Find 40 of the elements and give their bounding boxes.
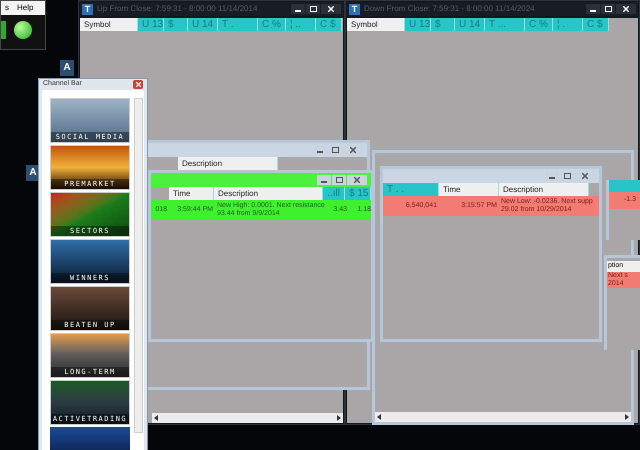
column-header[interactable]: Symbol bbox=[80, 18, 138, 31]
window-title: Down From Close: 7:59:31 - 8:00:00 11/14/2024 bbox=[364, 3, 536, 15]
maximize-icon bbox=[332, 147, 338, 153]
maximize-icon bbox=[336, 177, 342, 183]
close-icon bbox=[623, 6, 629, 12]
close-icon bbox=[350, 147, 356, 153]
column-header[interactable]: Time bbox=[439, 183, 499, 196]
app-logo-icon: T bbox=[349, 4, 360, 14]
close-button[interactable] bbox=[616, 4, 636, 14]
window-title: Up From Close: 7:59:31 - 8:00:00 11/14/2014 bbox=[97, 3, 258, 15]
status-light-icon bbox=[14, 21, 32, 39]
app-logo-icon: T bbox=[82, 4, 93, 14]
scroll-left-icon[interactable] bbox=[377, 414, 381, 420]
column-header[interactable]: Description bbox=[499, 183, 589, 196]
column-header[interactable]: Description bbox=[214, 187, 324, 200]
column-header[interactable]: Time bbox=[169, 187, 214, 200]
menu-item[interactable]: s bbox=[5, 1, 9, 15]
column-header[interactable]: Symbol bbox=[347, 18, 405, 31]
horizontal-scrollbar[interactable] bbox=[375, 412, 631, 422]
scroll-right-icon[interactable] bbox=[337, 415, 341, 421]
close-icon bbox=[328, 6, 334, 12]
header-bar bbox=[609, 180, 640, 192]
menu-item[interactable]: Help bbox=[17, 1, 34, 15]
scroll-left-icon[interactable] bbox=[154, 415, 158, 421]
maximize-button[interactable] bbox=[306, 4, 320, 14]
horizontal-scrollbar[interactable] bbox=[152, 413, 343, 423]
minimize-button[interactable] bbox=[586, 4, 600, 14]
vertical-scrollbar[interactable] bbox=[134, 98, 143, 433]
scroll-right-icon[interactable] bbox=[625, 414, 629, 420]
close-icon bbox=[582, 173, 588, 179]
maximize-icon bbox=[604, 6, 612, 12]
side-tab[interactable]: A bbox=[60, 60, 74, 76]
status-bar-icon bbox=[1, 21, 6, 39]
close-button[interactable] bbox=[321, 4, 341, 14]
close-icon bbox=[354, 177, 360, 183]
minimize-button[interactable] bbox=[291, 4, 305, 14]
maximize-icon bbox=[564, 173, 570, 179]
maximize-button[interactable] bbox=[601, 4, 615, 14]
column-header[interactable]: Description bbox=[178, 157, 278, 170]
maximize-icon bbox=[310, 6, 316, 12]
